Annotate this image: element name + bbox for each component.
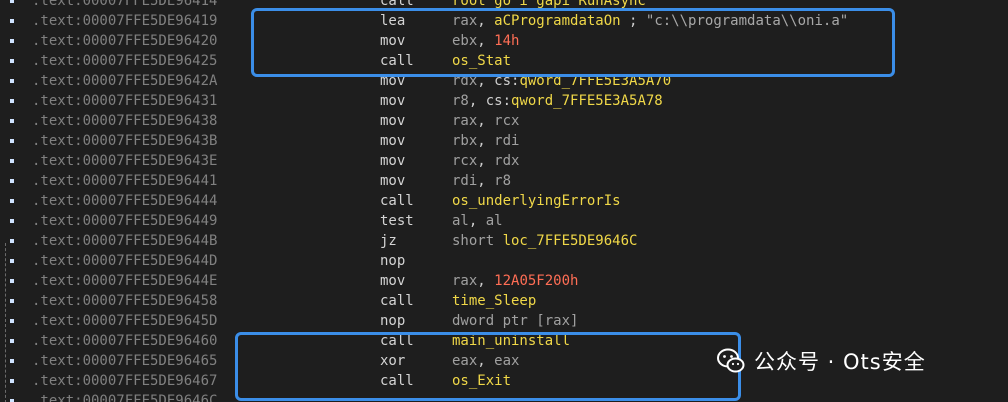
operand-token: rdi (452, 173, 478, 189)
operand-token: rbx (452, 133, 478, 149)
asm-line[interactable]: .text:00007FFE5DE9643B mov rbx, rdi (0, 131, 1008, 151)
highlight-box-exit (235, 332, 741, 401)
watermark-text: 公众号 · Ots安全 (754, 350, 926, 374)
address-label[interactable]: .text:00007FFE5DE9644D (32, 251, 217, 271)
address-label[interactable]: .text:00007FFE5DE9644E (32, 271, 217, 291)
operand-token: rdi (494, 133, 520, 149)
operands[interactable]: rax, 12A05F200h (452, 271, 578, 291)
operands[interactable]: time_Sleep (452, 291, 536, 311)
address-label[interactable]: .text:00007FFE5DE96441 (32, 171, 217, 191)
address-label[interactable]: .text:00007FFE5DE96444 (32, 191, 217, 211)
symbol-name[interactable]: os_underlyingErrorIs (452, 193, 621, 209)
disassembly-view[interactable]: .text:00007FFE5DE96414 call root_go_i_gapi… (0, 0, 1008, 402)
address-label[interactable]: .text:00007FFE5DE9642A (32, 71, 217, 91)
asm-line[interactable]: .text:00007FFE5DE96449 test al, al (0, 211, 1008, 231)
address-label[interactable]: .text:00007FFE5DE96465 (32, 351, 217, 371)
mnemonic[interactable]: mov (380, 111, 405, 131)
asm-line[interactable]: .text:00007FFE5DE96458 call time_Sleep (0, 291, 1008, 311)
address-label[interactable]: .text:00007FFE5DE96419 (32, 11, 217, 31)
operands[interactable]: os_underlyingErrorIs (452, 191, 621, 211)
symbol-name[interactable]: time_Sleep (452, 293, 536, 309)
operand-token: , (477, 173, 495, 189)
operand-token: rax (452, 113, 478, 129)
address-label[interactable]: .text:00007FFE5DE96420 (32, 31, 217, 51)
address-label[interactable]: .text:00007FFE5DE9643B (32, 131, 217, 151)
operand-token: short (452, 233, 503, 249)
address-label[interactable]: .text:00007FFE5DE9643E (32, 151, 217, 171)
mnemonic[interactable]: mov (380, 151, 405, 171)
operand-token: , (468, 213, 486, 229)
wechat-icon (717, 348, 745, 373)
asm-line[interactable]: .text:00007FFE5DE96438 mov rax, rcx (0, 111, 1008, 131)
mnemonic[interactable]: nop (380, 251, 405, 271)
operand-token: r8 (494, 173, 512, 189)
address-label[interactable]: .text:00007FFE5DE96431 (32, 91, 217, 111)
operands[interactable]: rcx, rdx (452, 151, 519, 171)
numeric-literal: 12A05F200h (494, 273, 579, 289)
mnemonic[interactable]: mov (380, 171, 405, 191)
operand-token: rax (452, 273, 478, 289)
operand-token: rcx (452, 153, 478, 169)
mnemonic[interactable]: mov (380, 91, 405, 111)
address-label[interactable]: .text:00007FFE5DE9645D (32, 311, 217, 331)
mnemonic[interactable]: mov (380, 131, 405, 151)
operands[interactable]: al, al (452, 211, 503, 231)
address-label[interactable]: .text:00007FFE5DE96414 (32, 0, 217, 11)
operand-token: , (477, 153, 495, 169)
address-label[interactable]: .text:00007FFE5DE96438 (32, 111, 217, 131)
operand-token: dword ptr [rax] (452, 313, 579, 329)
asm-line[interactable]: .text:00007FFE5DE9644B jz short loc_7FFE5D… (0, 231, 1008, 251)
asm-line[interactable]: .text:00007FFE5DE9645D nop dword ptr [rax] (0, 311, 1008, 331)
operand-token: r8 (452, 93, 469, 109)
operands[interactable]: dword ptr [rax] (452, 311, 578, 331)
operand-token: , (477, 113, 495, 129)
asm-line[interactable]: .text:00007FFE5DE96444 call os_underlyingE… (0, 191, 1008, 211)
operand-token: al (485, 213, 503, 229)
symbol-name[interactable]: loc_7FFE5DE9646C (503, 233, 638, 249)
address-label[interactable]: .text:00007FFE5DE96425 (32, 51, 217, 71)
asm-line[interactable]: .text:00007FFE5DE9644E mov rax, 12A05F200h (0, 271, 1008, 291)
address-label[interactable]: .text:00007FFE5DE96458 (32, 291, 217, 311)
asm-line[interactable]: .text:00007FFE5DE96441 mov rdi, r8 (0, 171, 1008, 191)
mnemonic[interactable]: mov (380, 271, 405, 291)
watermark: 公众号 · Ots安全 (716, 344, 926, 378)
operands[interactable]: rbx, rdi (452, 131, 519, 151)
address-label[interactable]: .text:00007FFE5DE9644B (32, 231, 217, 251)
operand-token: al (452, 213, 469, 229)
operand-token: , cs: (468, 93, 512, 109)
operands[interactable]: rdi, r8 (452, 171, 511, 191)
operands[interactable]: short loc_7FFE5DE9646C (452, 231, 637, 251)
mnemonic[interactable]: jz (380, 231, 397, 251)
operand-token: , (477, 133, 495, 149)
asm-line[interactable]: .text:00007FFE5DE9644D nop (0, 251, 1008, 271)
address-label[interactable]: .text:00007FFE5DE96449 (32, 211, 217, 231)
operand-token: rdx (494, 153, 520, 169)
address-label[interactable]: .text:00007FFE5DE96460 (32, 331, 217, 351)
operands[interactable]: rax, rcx (452, 111, 519, 131)
operand-token: , (477, 273, 495, 289)
operands[interactable]: r8, cs:qword_7FFE5E3A5A78 (452, 91, 663, 111)
highlight-box-stat (251, 8, 895, 77)
mnemonic[interactable]: nop (380, 311, 405, 331)
mnemonic[interactable]: call (380, 191, 414, 211)
operand-token: rcx (494, 113, 520, 129)
asm-line[interactable]: .text:00007FFE5DE96431 mov r8, cs:qword_7F… (0, 91, 1008, 111)
mnemonic[interactable]: call (380, 291, 414, 311)
asm-line[interactable]: .text:00007FFE5DE9643E mov rcx, rdx (0, 151, 1008, 171)
address-label[interactable]: .text:00007FFE5DE9646C (32, 391, 217, 402)
mnemonic[interactable]: test (380, 211, 414, 231)
symbol-name[interactable]: qword_7FFE5E3A5A78 (511, 93, 663, 109)
address-label[interactable]: .text:00007FFE5DE96467 (32, 371, 217, 391)
